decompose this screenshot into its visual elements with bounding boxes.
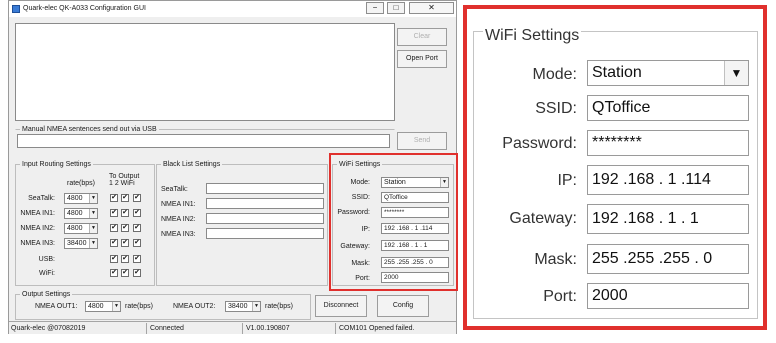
nmea-in1-wifi-checkbox[interactable]: ✔: [133, 209, 141, 217]
window-title: Quark-elec QK-A033 Configuration GUI: [23, 5, 146, 12]
zoom-port-input[interactable]: 2000: [587, 283, 749, 309]
nmea-in2-rate-select[interactable]: 4800 ▼: [64, 223, 98, 234]
blacklist-seatalk-input[interactable]: [206, 183, 324, 194]
black-list-title: Black List Settings: [161, 160, 223, 169]
config-window: Quark-elec QK-A033 Configuration GUI − □…: [8, 0, 458, 334]
nmea-out1-rate-value: 4800: [88, 303, 104, 310]
config-button[interactable]: Config: [377, 295, 429, 317]
nmea-out1-rate-select[interactable]: 4800 ▼: [85, 301, 121, 312]
nmea-in1-rate-select[interactable]: 4800 ▼: [64, 208, 98, 219]
seatalk-rate-value: 4800: [67, 195, 83, 202]
blacklist-nmea-in1-label: NMEA IN1:: [161, 201, 196, 208]
disconnect-button[interactable]: Disconnect: [315, 295, 367, 317]
chevron-down-icon: ▼: [252, 302, 260, 311]
wifi-out1-checkbox[interactable]: ✔: [110, 269, 118, 277]
wifi-route-label: WiFi:: [39, 270, 55, 277]
zoom-ip-input[interactable]: 192 .168 . 1 .114: [587, 165, 749, 195]
status-bar: Quark-elec @07082019 Connected V1.00.190…: [9, 321, 456, 334]
zoom-gateway-input[interactable]: 192 .168 . 1 . 1: [587, 204, 749, 234]
nmea-in3-route-label: NMEA IN3:: [20, 240, 55, 247]
nmea-out2-label: NMEA OUT2:: [173, 303, 216, 310]
nmea-in3-rate-select[interactable]: 38400 ▼: [64, 238, 98, 249]
zoom-mask-input[interactable]: 255 .255 .255 . 0: [587, 244, 749, 274]
output-columns-header: 1 2 WiFi: [109, 180, 135, 187]
seatalk-rate-select[interactable]: 4800 ▼: [64, 193, 98, 204]
wifi-highlight-box: [329, 153, 458, 291]
blacklist-seatalk-label: SeaTalk:: [161, 186, 188, 193]
zoom-gateway-label: Gateway:: [509, 210, 577, 227]
seatalk-route-label: SeaTalk:: [28, 195, 55, 202]
usb-out1-checkbox[interactable]: ✔: [110, 255, 118, 263]
manual-nmea-title: Manual NMEA sentences send out via USB: [20, 125, 159, 134]
nmea-in3-out2-checkbox[interactable]: ✔: [121, 239, 129, 247]
blacklist-nmea-in3-input[interactable]: [206, 228, 324, 239]
zoom-ssid-input[interactable]: QToffice: [587, 95, 749, 121]
nmea-in2-rate-value: 4800: [67, 225, 83, 232]
seatalk-wifi-checkbox[interactable]: ✔: [133, 194, 141, 202]
chevron-down-icon: ▼: [112, 302, 120, 311]
blacklist-nmea-in2-label: NMEA IN2:: [161, 216, 196, 223]
clear-button[interactable]: Clear: [397, 28, 447, 46]
nmea-out1-label: NMEA OUT1:: [35, 303, 78, 310]
rate-header: rate(bps): [67, 180, 96, 187]
nmea-in3-rate-value: 38400: [67, 240, 87, 247]
wifi-zoom-panel: WiFi Settings Mode: Station ▼ SSID: QTof…: [463, 5, 767, 330]
zoom-mode-label: Mode:: [532, 66, 577, 83]
nmea-in2-route-label: NMEA IN2:: [20, 225, 55, 232]
status-version: V1.00.190807: [244, 323, 336, 334]
nmea-out2-rate-suffix: rate(bps): [265, 303, 294, 310]
nmea-out2-rate-select[interactable]: 38400 ▼: [225, 301, 261, 312]
zoom-mask-label: Mask:: [534, 251, 577, 268]
manual-nmea-input[interactable]: [17, 134, 390, 148]
chevron-down-icon: ▼: [89, 194, 97, 203]
chevron-down-icon: ▼: [89, 224, 97, 233]
nmea-out2-rate-value: 38400: [228, 303, 248, 310]
nmea-out1-rate-suffix: rate(bps): [125, 303, 154, 310]
seatalk-out1-checkbox[interactable]: ✔: [110, 194, 118, 202]
minimize-button[interactable]: −: [366, 2, 384, 14]
usb-route-label: USB:: [38, 256, 55, 263]
blacklist-nmea-in3-label: NMEA IN3:: [161, 231, 196, 238]
nmea-in1-out1-checkbox[interactable]: ✔: [110, 209, 118, 217]
blacklist-nmea-in1-input[interactable]: [206, 198, 324, 209]
blacklist-nmea-in2-input[interactable]: [206, 213, 324, 224]
open-port-button[interactable]: Open Port: [397, 50, 447, 68]
nmea-in1-rate-value: 4800: [67, 210, 83, 217]
zoom-password-input[interactable]: ********: [587, 130, 749, 156]
send-button[interactable]: Send: [397, 132, 447, 150]
usb-out2-checkbox[interactable]: ✔: [121, 255, 129, 263]
nmea-in2-out1-checkbox[interactable]: ✔: [110, 224, 118, 232]
chevron-down-icon: ▼: [89, 239, 97, 248]
nmea-in3-wifi-checkbox[interactable]: ✔: [133, 239, 141, 247]
title-bar: Quark-elec QK-A033 Configuration GUI − □…: [9, 1, 456, 17]
app-icon: [12, 5, 20, 13]
status-port-message: COM101 Opened failed.: [339, 325, 415, 332]
wifi-wifi-checkbox[interactable]: ✔: [133, 269, 141, 277]
usb-wifi-checkbox[interactable]: ✔: [133, 255, 141, 263]
nmea-in2-wifi-checkbox[interactable]: ✔: [133, 224, 141, 232]
input-routing-title: Input Routing Settings: [20, 160, 93, 169]
wifi-out2-checkbox[interactable]: ✔: [121, 269, 129, 277]
zoom-password-label: Password:: [502, 135, 577, 152]
seatalk-out2-checkbox[interactable]: ✔: [121, 194, 129, 202]
nmea-in1-out2-checkbox[interactable]: ✔: [121, 209, 129, 217]
close-button[interactable]: ✕: [409, 2, 454, 14]
zoom-port-label: Port:: [543, 288, 577, 305]
nmea-in3-out1-checkbox[interactable]: ✔: [110, 239, 118, 247]
zoom-ssid-label: SSID:: [535, 100, 577, 117]
status-connection: Connected: [148, 323, 243, 334]
nmea-in2-out2-checkbox[interactable]: ✔: [121, 224, 129, 232]
zoom-mode-value: Station: [592, 64, 642, 81]
nmea-receive-textarea[interactable]: [15, 23, 395, 121]
status-copyright: Quark-elec @07082019: [9, 323, 147, 334]
chevron-down-icon: ▼: [89, 209, 97, 218]
output-settings-title: Output Settings: [20, 290, 73, 299]
zoom-ip-label: IP:: [557, 172, 577, 189]
zoom-wifi-title: WiFi Settings: [483, 27, 582, 45]
chevron-down-icon: ▼: [724, 61, 748, 85]
maximize-button[interactable]: □: [387, 2, 405, 14]
zoom-mode-select[interactable]: Station ▼: [587, 60, 749, 86]
nmea-in1-route-label: NMEA IN1:: [20, 210, 55, 217]
